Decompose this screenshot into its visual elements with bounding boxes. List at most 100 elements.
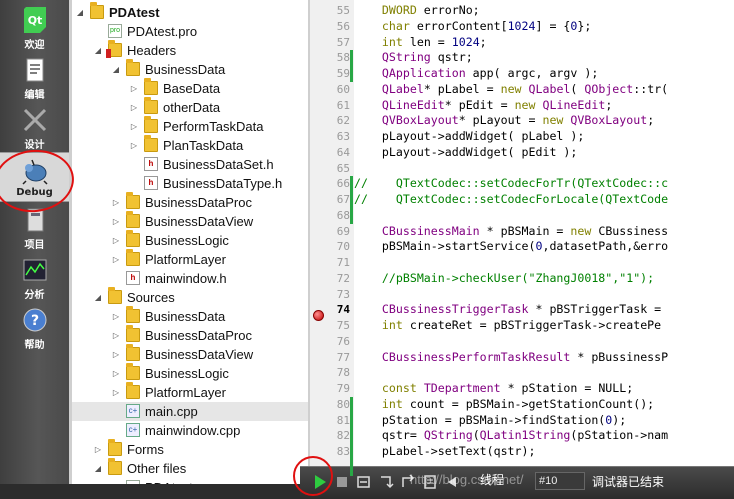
- tree-item[interactable]: ◢ Sources: [72, 287, 308, 307]
- code-line[interactable]: QLabel* pLabel = new QLabel( QObject::tr…: [354, 82, 668, 98]
- tree-item-label: BusinessDataSet.h: [163, 157, 274, 172]
- tree-item[interactable]: c+ mainwindow.cpp: [72, 421, 308, 440]
- expanded-arrow-icon[interactable]: ◢: [92, 41, 104, 60]
- project-tree[interactable]: ◢ PDAtest pro PDAtest.pro ◢ Headers ◢ BusinessD…: [72, 0, 308, 499]
- code-line[interactable]: QVBoxLayout* pLayout = new QVBoxLayout;: [354, 113, 654, 129]
- collapsed-arrow-icon[interactable]: ▷: [110, 326, 122, 345]
- tree-item[interactable]: h mainwindow.h: [72, 269, 308, 288]
- code-line[interactable]: QLineEdit* pEdit = new QLineEdit;: [354, 98, 612, 114]
- code-line[interactable]: //pBSMain->checkUser("ZhangJ0018","1");: [354, 271, 654, 287]
- collapsed-arrow-icon[interactable]: ▷: [92, 440, 104, 459]
- thread-select[interactable]: #10: [535, 472, 585, 490]
- step-over-icon[interactable]: [356, 473, 372, 491]
- tree-item[interactable]: ▷ PerformTaskData: [72, 116, 308, 136]
- tree-item[interactable]: pro PDAtest.pro: [72, 22, 308, 41]
- collapsed-arrow-icon[interactable]: ▷: [128, 98, 140, 117]
- qt-logo-icon: Qt: [20, 5, 50, 35]
- line-number-gutter[interactable]: 55 56 57 58 59 60 61 62 63 64 65 66 67 68 69 70 71 72 73 74…: [310, 0, 354, 466]
- code-line[interactable]: DWORD errorNo;: [354, 3, 480, 19]
- code-line[interactable]: QString qstr;: [354, 50, 473, 66]
- collapsed-arrow-icon[interactable]: ▷: [128, 117, 140, 136]
- tree-item[interactable]: h BusinessDataSet.h: [72, 155, 308, 174]
- mode-help[interactable]: ? 帮助: [0, 302, 69, 352]
- step-into-icon[interactable]: [378, 473, 394, 491]
- tree-item[interactable]: ▷ PlatformLayer: [72, 382, 308, 402]
- tree-item-label: BusinessDataType.h: [163, 176, 283, 191]
- code-line[interactable]: int count = pBSMain->getStationCount();: [354, 397, 654, 413]
- mode-edit[interactable]: 编辑: [0, 52, 69, 102]
- code-line[interactable]: const TDepartment * pStation = NULL;: [354, 381, 633, 397]
- code-line[interactable]: // QTextCodec::setCodecForTr(QTextCodec:…: [354, 176, 668, 192]
- collapsed-arrow-icon[interactable]: ▷: [128, 79, 140, 98]
- annotation-circle-continue: [293, 456, 333, 496]
- code-line[interactable]: qstr= QString(QLatin1String(pStation->na…: [354, 428, 668, 444]
- expanded-arrow-icon[interactable]: ◢: [92, 459, 104, 478]
- code-line[interactable]: // QTextCodec::setCodecForLocale(QTextCo…: [354, 192, 668, 208]
- mode-analyze[interactable]: 分析: [0, 252, 69, 302]
- collapsed-arrow-icon[interactable]: ▷: [110, 364, 122, 383]
- tree-item[interactable]: c+ main.cpp: [72, 402, 308, 421]
- tree-item-label: Other files: [127, 461, 187, 476]
- code-line[interactable]: pLayout->addWidget( pLabel );: [354, 129, 584, 145]
- folder-icon: [108, 458, 122, 475]
- collapsed-arrow-icon[interactable]: ▷: [110, 231, 122, 250]
- collapsed-arrow-icon[interactable]: ▷: [110, 307, 122, 326]
- folder-icon: [126, 249, 140, 266]
- code-editor[interactable]: DWORD errorNo; char errorContent[1024] =…: [354, 0, 734, 466]
- code-line[interactable]: pLayout->addWidget( pEdit );: [354, 145, 577, 161]
- collapsed-arrow-icon[interactable]: ▷: [110, 345, 122, 364]
- code-line[interactable]: pStation = pBSMain->findStation(0);: [354, 413, 626, 429]
- code-line[interactable]: pBSMain->startService(0,datasetPath,&err…: [354, 239, 668, 255]
- expanded-arrow-icon[interactable]: ◢: [92, 288, 104, 307]
- tree-item[interactable]: ◢ Headers: [72, 40, 308, 60]
- mode-qt-logo[interactable]: Qt 欢迎: [0, 2, 69, 52]
- folder-icon: [144, 116, 158, 133]
- line-number: 62: [336, 114, 350, 128]
- collapsed-arrow-icon[interactable]: ▷: [110, 193, 122, 212]
- breakpoint-icon[interactable]: [313, 310, 324, 321]
- tree-item[interactable]: ▷ BusinessDataView: [72, 344, 308, 364]
- tree-item[interactable]: ▷ PlatformLayer: [72, 249, 308, 269]
- line-number: 82: [336, 429, 350, 443]
- collapsed-arrow-icon[interactable]: ▷: [110, 212, 122, 231]
- tree-item[interactable]: ▷ BusinessData: [72, 306, 308, 326]
- code-line[interactable]: QApplication app( argc, argv );: [354, 66, 598, 82]
- code-line[interactable]: pLabel->setText(qstr);: [354, 444, 536, 460]
- collapsed-arrow-icon[interactable]: ▷: [128, 136, 140, 155]
- line-number: 76: [336, 334, 350, 348]
- code-line[interactable]: CBussinessTriggerTask * pBSTriggerTask =: [354, 302, 661, 318]
- tree-item[interactable]: ▷ BusinessLogic: [72, 363, 308, 383]
- tree-item[interactable]: ◢ BusinessData: [72, 59, 308, 79]
- tree-item-label: BusinessData: [145, 309, 226, 324]
- tree-item[interactable]: ▷ BaseData: [72, 78, 308, 98]
- expanded-arrow-icon[interactable]: ◢: [110, 60, 122, 79]
- collapsed-arrow-icon[interactable]: ▷: [110, 250, 122, 269]
- collapsed-arrow-icon[interactable]: ▷: [110, 383, 122, 402]
- line-number: 70: [336, 240, 350, 254]
- tree-item-label: PlatformLayer: [145, 252, 226, 267]
- tree-item[interactable]: ◢ Other files: [72, 458, 308, 478]
- expanded-arrow-icon[interactable]: ◢: [74, 3, 86, 22]
- code-line[interactable]: char errorContent[1024] = {0};: [354, 19, 591, 35]
- tree-item[interactable]: ▷ Forms: [72, 439, 308, 459]
- code-line[interactable]: CBussinessPerformTaskResult * pBussiness…: [354, 350, 668, 366]
- tree-item[interactable]: ▷ BusinessDataProc: [72, 192, 308, 212]
- tree-item[interactable]: ▷ otherData: [72, 97, 308, 117]
- tree-item[interactable]: ▷ BusinessDataProc: [72, 325, 308, 345]
- mode-design[interactable]: 设计: [0, 102, 69, 152]
- tree-item[interactable]: ▷ BusinessDataView: [72, 211, 308, 231]
- edit-icon: [20, 55, 50, 85]
- tree-item[interactable]: ▷ PlanTaskData: [72, 135, 308, 155]
- folder-icon: [126, 306, 140, 323]
- code-line[interactable]: CBussinessMain * pBSMain = new CBussines…: [354, 224, 668, 240]
- line-number: 80: [336, 397, 350, 411]
- stop-debug-icon[interactable]: [334, 473, 350, 491]
- tree-item[interactable]: h BusinessDataType.h: [72, 174, 308, 193]
- tree-item[interactable]: ▷ BusinessLogic: [72, 230, 308, 250]
- cpp-file-icon: c+: [126, 404, 140, 418]
- change-marker: [350, 396, 353, 476]
- code-line[interactable]: int len = 1024;: [354, 35, 487, 51]
- tree-item[interactable]: ◢ PDAtest: [72, 2, 308, 22]
- code-line[interactable]: int createRet = pBSTriggerTask->createPe: [354, 318, 661, 334]
- status-bar: [0, 484, 300, 499]
